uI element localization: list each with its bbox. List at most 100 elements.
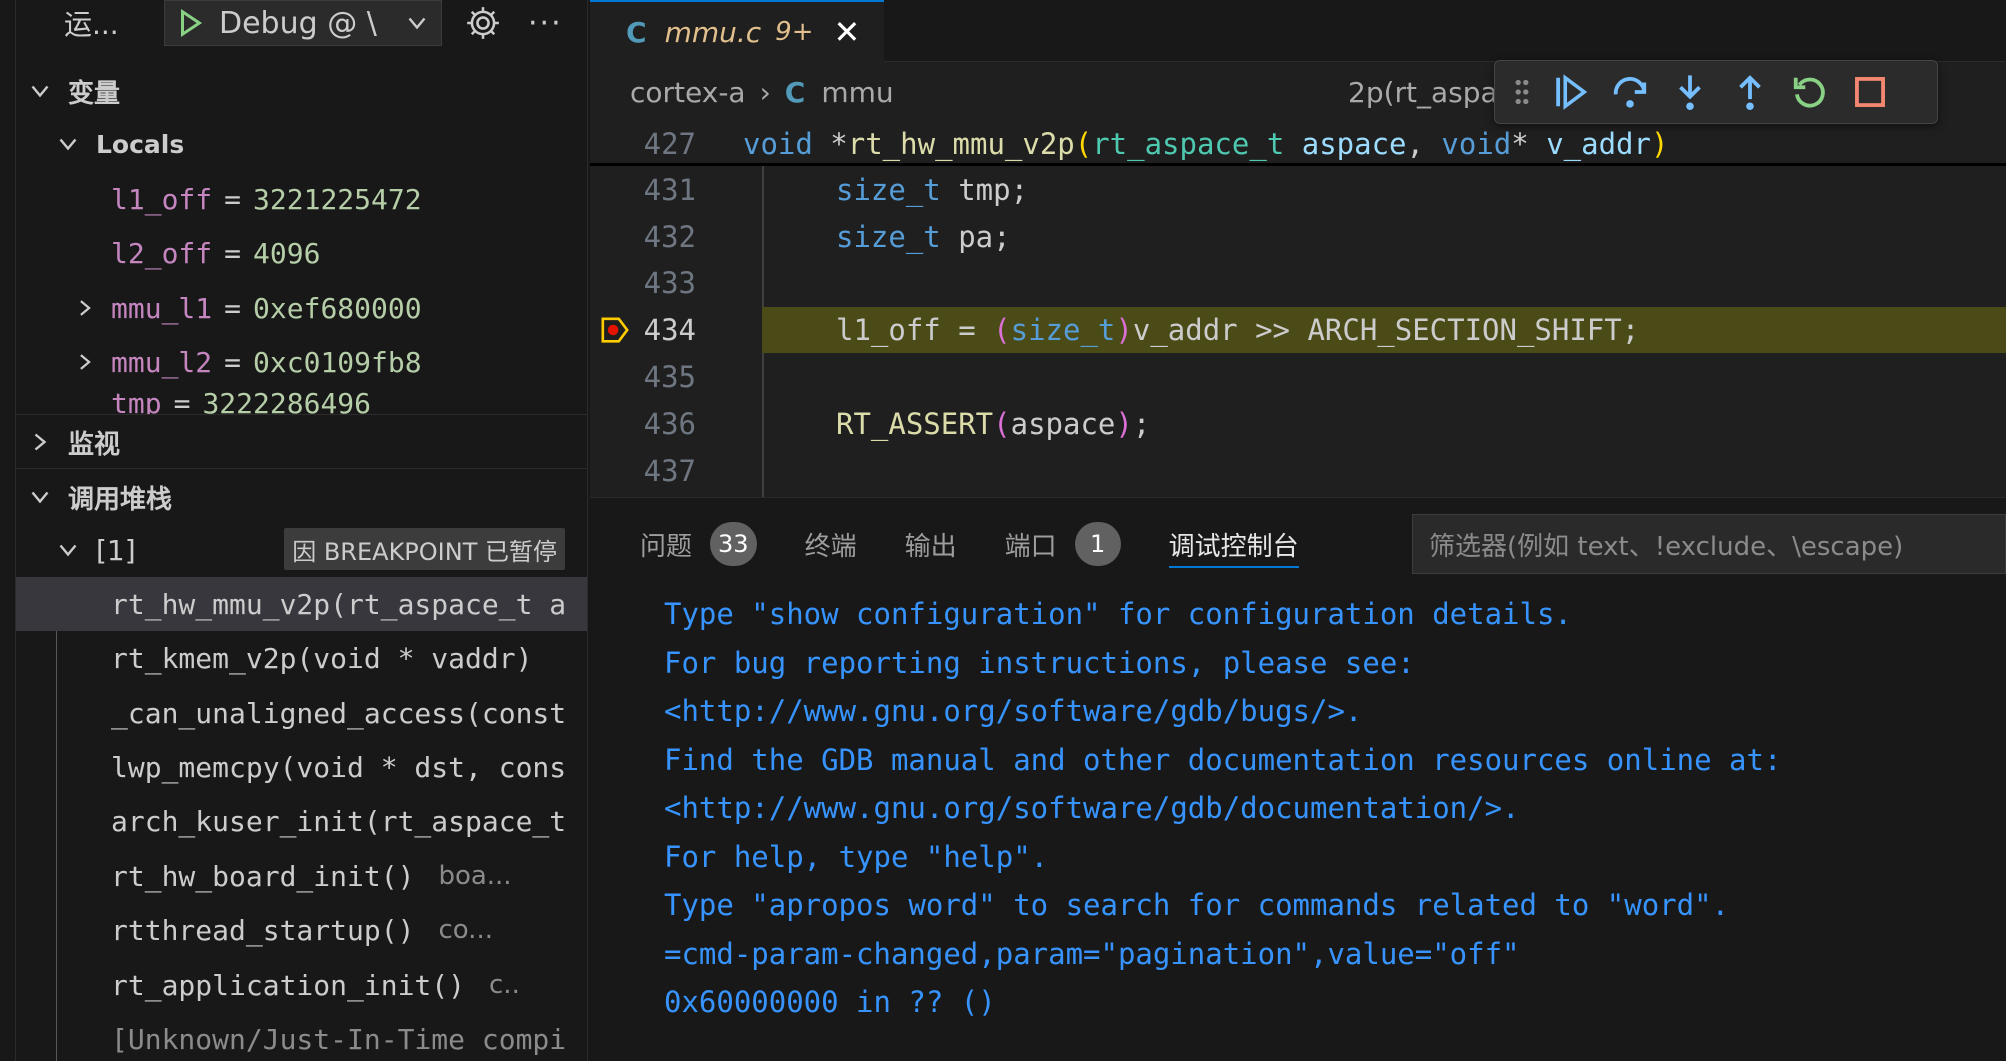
- watch-section-title: 监视: [68, 429, 121, 460]
- vscode-window: 运... Debug @ \ ··· 变量 Locals l1_off = 3221…: [0, 0, 2006, 1061]
- tab-label: 问题: [640, 531, 693, 562]
- code-text: size_t tmp;: [836, 173, 1029, 207]
- chevron-right-icon: [34, 433, 47, 451]
- breadcrumb-folder[interactable]: cortex-a: [630, 76, 746, 109]
- count-badge: 33: [710, 522, 757, 566]
- code-line-432[interactable]: 432 size_t pa;: [590, 214, 2006, 260]
- stack-frame[interactable]: rt_kmem_v2p(void * vaddr): [16, 631, 587, 685]
- frame-function: [Unknown/Just-In-Time compi: [111, 1022, 567, 1056]
- frame-function: _can_unaligned_access(const: [111, 696, 567, 730]
- debug-sidebar: 运... Debug @ \ ··· 变量 Locals l1_off = 3221…: [0, 0, 588, 1061]
- chevron-down-icon: [59, 544, 77, 557]
- console-line: Find the GDB manual and other documentat…: [664, 742, 1782, 777]
- code-text: size_t pa;: [836, 220, 1011, 254]
- tab-problems[interactable]: 问题 33: [640, 514, 757, 574]
- sticky-scroll-line[interactable]: 427 void *rt_hw_mmu_v2p(rt_aspace_t aspa…: [590, 122, 2006, 166]
- line-number: 431: [643, 173, 696, 207]
- chevron-right-icon[interactable]: [74, 297, 96, 319]
- chevron-down-icon: [59, 138, 77, 151]
- variable-name: l1_off: [111, 182, 213, 216]
- step-out-icon[interactable]: [1731, 73, 1769, 111]
- variable-name: l2_off: [111, 236, 213, 270]
- locals-scope-header[interactable]: Locals: [44, 118, 587, 170]
- watch-section-header[interactable]: 监视: [16, 416, 587, 468]
- tab-label: 调试控制台: [1168, 531, 1299, 562]
- debug-config-select[interactable]: Debug @ \: [164, 0, 442, 46]
- count-badge: 1: [1074, 522, 1121, 566]
- gear-icon[interactable]: [464, 4, 502, 42]
- frame-function: arch_kuser_init(rt_aspace_t: [111, 804, 567, 838]
- tab-label: 终端: [804, 531, 857, 562]
- variables-section-header[interactable]: 变量: [16, 65, 587, 117]
- editor-tab-bar: C mmu.c 9+ ✕: [590, 0, 2006, 62]
- console-filter-input[interactable]: 筛选器(例如 text、!exclude、\escape): [1412, 514, 2006, 574]
- code-text: void *rt_hw_mmu_v2p(rt_aspace_t aspace, …: [743, 127, 1669, 161]
- code-line-431[interactable]: 431 size_t tmp;: [590, 167, 2006, 213]
- variable-equals: =: [224, 236, 242, 270]
- stack-frame[interactable]: _can_unaligned_access(const: [16, 686, 587, 740]
- code-text: RT_ASSERT(aspace);: [836, 407, 1151, 441]
- stack-frame[interactable]: arch_kuser_init(rt_aspace_t: [16, 794, 587, 848]
- code-line-435[interactable]: 435: [590, 354, 2006, 400]
- stack-frame[interactable]: rtthread_startup() co...: [16, 903, 587, 957]
- start-debugging-icon[interactable]: [175, 8, 205, 38]
- step-over-icon[interactable]: [1611, 73, 1649, 111]
- debug-config-name: Debug @ \: [219, 5, 377, 41]
- stop-icon[interactable]: [1851, 73, 1889, 111]
- stack-frame[interactable]: lwp_memcpy(void * dst, cons: [16, 740, 587, 794]
- stack-frame[interactable]: [Unknown/Just-In-Time compi: [16, 1012, 587, 1061]
- code-line-436[interactable]: 436 RT_ASSERT(aspace);: [590, 401, 2006, 447]
- continue-icon[interactable]: [1551, 73, 1589, 111]
- close-icon[interactable]: ✕: [833, 13, 860, 51]
- section-divider: [16, 468, 587, 469]
- stack-frame[interactable]: rt_hw_board_init() boa...: [16, 849, 587, 903]
- variable-row[interactable]: mmu_l2 = 0xc0109fb8: [16, 335, 587, 389]
- chevron-down-icon: [31, 85, 49, 98]
- tab-terminal[interactable]: 终端: [805, 514, 857, 574]
- more-actions-icon[interactable]: ···: [528, 6, 563, 41]
- code-line-433[interactable]: 433: [590, 260, 2006, 306]
- line-number: 432: [643, 220, 696, 254]
- debug-console-output[interactable]: Type "show configuration" for configurat…: [664, 590, 2006, 1061]
- code-line-437[interactable]: 437: [590, 448, 2006, 494]
- tab-filename: mmu.c: [664, 15, 762, 49]
- variable-row[interactable]: tmp = 3222286496: [16, 392, 587, 414]
- tab-debug-console[interactable]: 调试控制台: [1168, 514, 1299, 574]
- stack-frame-selected[interactable]: rt_hw_mmu_v2p(rt_aspace_t a: [16, 577, 587, 631]
- callstack-section-header[interactable]: 调用堆栈: [16, 471, 587, 523]
- variable-row[interactable]: l2_off = 4096: [16, 226, 587, 280]
- code-line-434-current[interactable]: 434 l1_off = (size_t)v_addr >> ARCH_SECT…: [590, 307, 2006, 353]
- tab-ports[interactable]: 端口 1: [1005, 514, 1121, 574]
- code-text: l1_off = (size_t)v_addr >> ARCH_SECTION_…: [836, 313, 1640, 347]
- console-line: 0x60000000 in ?? (): [664, 985, 996, 1020]
- frame-function: rtthread_startup(): [111, 913, 415, 947]
- frame-function: rt_application_init(): [111, 968, 466, 1002]
- code-line-427[interactable]: 427 void *rt_hw_mmu_v2p(rt_aspace_t aspa…: [590, 122, 2006, 166]
- tab-label: 端口: [1004, 531, 1057, 562]
- variable-value: 0xc0109fb8: [253, 345, 422, 379]
- restart-icon[interactable]: [1791, 73, 1829, 111]
- chevron-down-icon[interactable]: [405, 11, 429, 35]
- variable-name: mmu_l2: [111, 345, 213, 379]
- drag-grip-icon[interactable]: [1511, 73, 1533, 111]
- run-view-title: 运...: [64, 8, 119, 41]
- stack-frame[interactable]: rt_application_init() c..: [16, 958, 587, 1012]
- line-number: 436: [643, 407, 696, 441]
- tab-label: 输出: [904, 531, 957, 562]
- console-line: <http://www.gnu.org/software/gdb/bugs/>.: [664, 694, 1363, 729]
- frame-function: rt_hw_mmu_v2p(rt_aspace_t a: [111, 587, 567, 621]
- chevron-right-icon[interactable]: [74, 351, 96, 373]
- filter-placeholder: 筛选器(例如 text、!exclude、\escape): [1429, 531, 1904, 562]
- variable-equals: =: [224, 291, 242, 325]
- chevron-down-icon: [31, 491, 49, 504]
- editor-tab-mmu-c[interactable]: C mmu.c 9+ ✕: [590, 0, 884, 62]
- tab-output[interactable]: 输出: [905, 514, 957, 574]
- variable-equals: =: [224, 182, 242, 216]
- variable-value: 3221225472: [253, 182, 422, 216]
- console-line: For help, type "help".: [664, 839, 1049, 874]
- variable-name: mmu_l1: [111, 291, 213, 325]
- variable-row[interactable]: l1_off = 3221225472: [16, 172, 587, 226]
- variable-row[interactable]: mmu_l1 = 0xef680000: [16, 281, 587, 335]
- step-into-icon[interactable]: [1671, 73, 1709, 111]
- breadcrumb-file[interactable]: mmu: [821, 76, 893, 109]
